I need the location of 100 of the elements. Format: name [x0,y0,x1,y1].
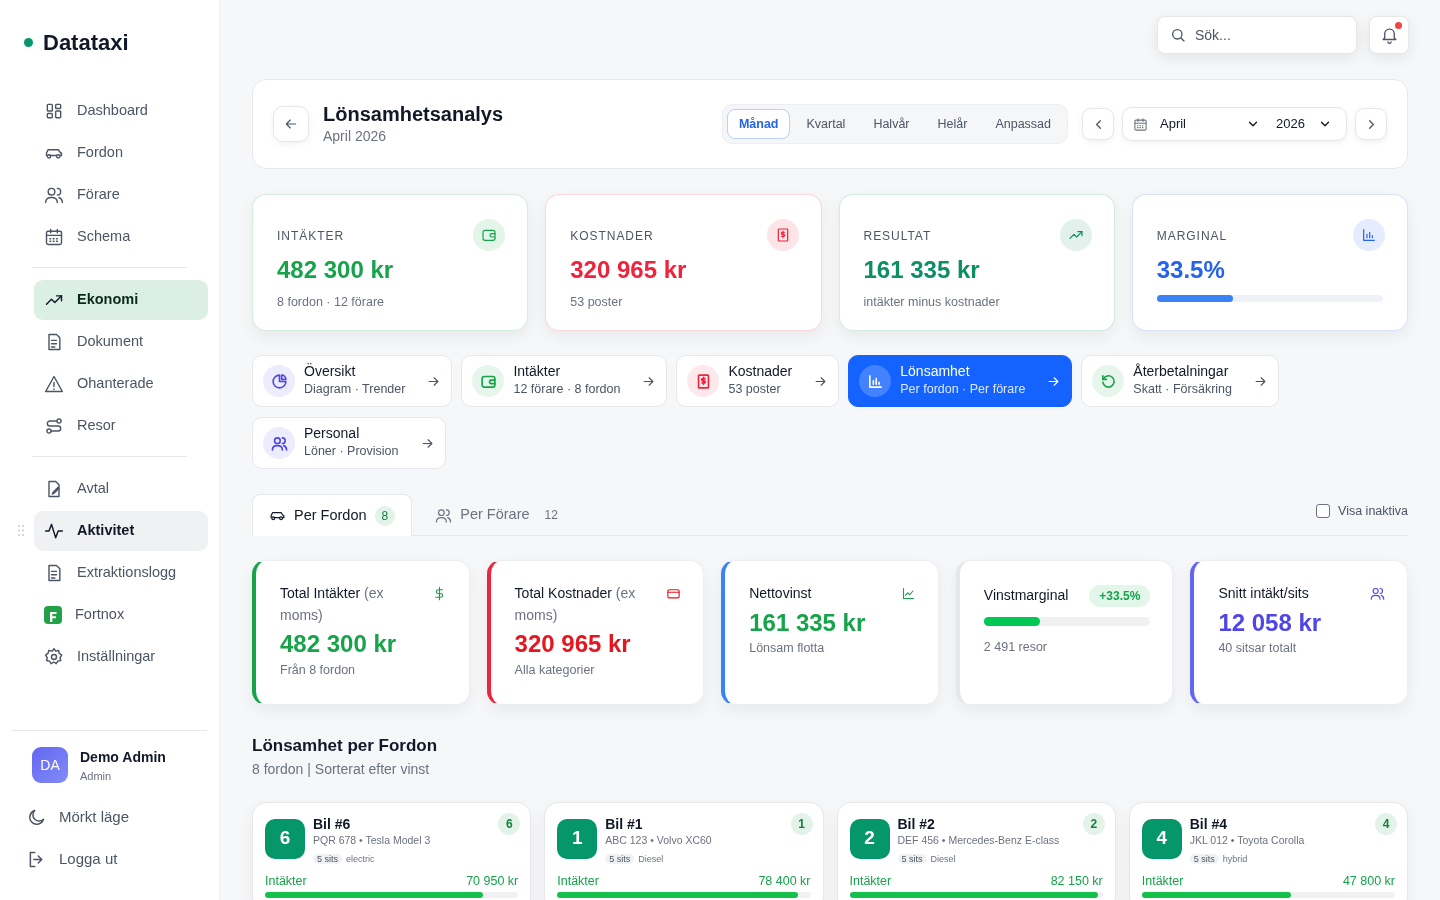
revenue-label: Intäkter [849,874,892,890]
sidebar-item[interactable]: Dokument [34,322,208,362]
kpi-label: RESULTAT [863,228,932,245]
vehicle-details: DEF 456 • Mercedes-Benz E-class [897,832,1060,848]
sidebar-item[interactable]: Ohanterade [34,364,208,404]
seats-tag: 5 sits [313,854,342,865]
stat-caption: Lönsam flotta [749,640,826,658]
sidebar-item[interactable]: Resor [34,406,208,446]
sidebar-item[interactable]: Schema [34,217,208,257]
stat-title: Vinstmarginal [983,586,1069,605]
sidebar-item[interactable]: Inställningar [34,637,208,677]
previous-button[interactable] [1082,108,1114,140]
fuel-type: electric [346,854,375,865]
kpi-caption: 8 fordon · 12 förare [277,293,385,311]
nav-card[interactable]: Personal Löner · Provision [252,417,446,469]
kpi-caption: 53 poster [570,293,624,311]
view-tab[interactable]: Per Fordon 8 [252,494,413,536]
back-button[interactable] [273,106,309,142]
page-subtitle: April 2026 [323,126,388,146]
sidebar-item[interactable]: Extraktionslogg [34,553,208,593]
drag-handle-icon[interactable] [18,525,24,536]
users-icon [44,185,64,205]
stat-caption: Alla kategorier [514,662,596,680]
sidebar-item[interactable]: Avtal [34,469,208,509]
user-avatar: DA [32,747,68,784]
revenue-value: 78 400 kr [758,874,811,890]
kpi-value: 482 300 kr [277,256,395,285]
year-select[interactable]: 2026 [1272,114,1336,134]
seats-tag: 5 sits [605,854,635,865]
vehicle-details: PQR 678 • Tesla Model 3 [313,832,431,848]
sidebar-item[interactable]: Förare [34,175,208,215]
rank-badge: 4 [1141,818,1182,859]
vehicle-name: Bil #6 [313,814,352,833]
users-icon [435,506,453,524]
notifications-button[interactable] [1369,16,1409,54]
bar-chart-icon [866,372,884,390]
sidebar-action[interactable]: Mörkt läge [12,796,136,838]
revenue-label: Intäkter [265,874,307,890]
revenue-value: 82 150 kr [1050,874,1103,890]
rank-badge: 1 [557,818,598,859]
view-tab[interactable]: Per Förare 12 [418,494,582,535]
fuel-type: Diesel [638,854,664,865]
seats-tag: 5 sits [897,854,927,865]
vehicle-name: Bil #4 [1189,814,1229,833]
sidebar-item[interactable]: Ekonomi [34,280,208,320]
nav-card[interactable]: Översikt Diagram · Trender [252,355,453,407]
bar-chart-icon [1361,227,1377,243]
nav-card[interactable]: Lönsamhet Per fordon · Per förare [848,355,1073,407]
users-icon [1370,586,1385,601]
period-tab[interactable]: Halvår [861,108,922,140]
section-title: Lönsamhet per Fordon [252,735,439,757]
period-tab[interactable]: Helår [925,108,980,140]
user-name: Demo Admin [80,747,166,767]
stat-caption: 2 491 resor [983,639,1049,656]
revenue-label: Intäkter [1141,874,1184,890]
sidebar-action[interactable]: Logga ut [12,838,124,880]
vehicle-name: Bil #1 [605,814,644,833]
revenue-label: Intäkter [557,874,599,890]
next-button[interactable] [1355,108,1387,140]
rank-badge: 2 [849,818,890,859]
wallet-icon [481,227,498,243]
sidebar-item[interactable]: Dashboard [34,91,208,131]
line-chart-icon [900,586,916,601]
warning-icon [44,374,64,394]
stat-value: 320 965 kr [514,630,632,660]
status-dot [24,38,33,47]
stat-value: 482 300 kr [280,630,398,660]
period-tab[interactable]: Kvartal [794,108,858,140]
activity-icon [44,521,64,541]
rank-count: 4 [1375,812,1397,835]
kpi-label: KOSTNADER [570,228,654,245]
nav-card[interactable]: Kostnader 53 poster [676,355,840,407]
sidebar-item[interactable]: Fordon [34,133,208,173]
seats-tag: 5 sits [1189,854,1219,865]
month-select[interactable]: April [1156,114,1264,134]
brand-name: Datataxi [43,29,129,57]
search-field[interactable]: Sök... [1157,16,1357,54]
bell-icon [1379,25,1399,45]
stat-title: Nettovinst [749,584,812,603]
page-title: Lönsamhetsanalys [323,101,504,126]
rank-count: 2 [1082,812,1105,835]
kpi-label: MARGINAL [1156,228,1228,245]
stat-caption: Från 8 fordon [280,662,357,680]
nav-card[interactable]: Intäkter 12 förare · 8 fordon [461,355,668,407]
period-tab[interactable]: Månad [726,108,791,140]
sidebar-item[interactable]: Fortnox [34,595,208,635]
calendar-icon [1133,116,1148,132]
kpi-value: 161 335 kr [863,256,981,285]
route-icon [44,416,64,436]
dashboard-icon [44,101,64,121]
stat-caption: 40 sitsar totalt [1218,640,1298,658]
back-icon [283,116,299,132]
stat-title: Snitt intäkt/sits [1218,584,1309,603]
kpi-value: 33.5% [1156,256,1226,285]
fuel-type: hybrid [1222,854,1248,865]
change-badge: +33.5% [1089,585,1151,607]
credit-card-icon [666,586,682,601]
period-tab[interactable]: Anpassad [983,108,1063,140]
fuel-type: Diesel [930,854,956,865]
nav-card[interactable]: Återbetalningar Skatt · Försäkring [1081,355,1279,407]
